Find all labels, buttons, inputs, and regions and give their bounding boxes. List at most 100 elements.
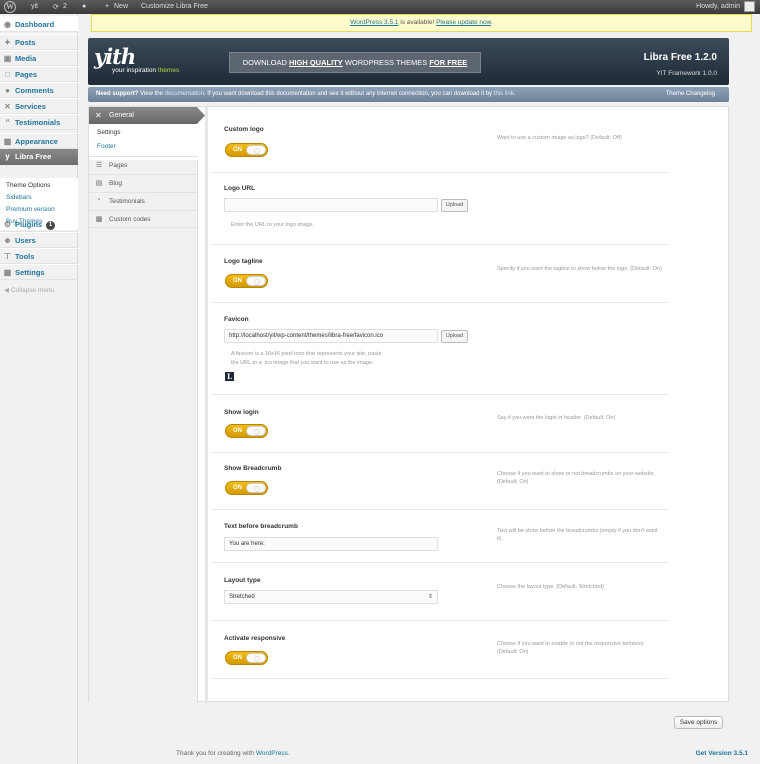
option-description: Choose if you want to show or not breadc… [497, 471, 656, 485]
theme-title: Libra Free 1.2.0 [643, 52, 717, 63]
show-breadcrumb-toggle[interactable]: ON [225, 481, 268, 495]
sidebar-item-users[interactable]: ☻ Users [0, 232, 78, 248]
tab-general[interactable]: ✕ General [89, 107, 205, 124]
tab-testimonials[interactable]: “Testimonials [89, 192, 198, 210]
documentation-link[interactable]: documentation [165, 91, 204, 97]
settings-icon: ▦ [3, 268, 12, 277]
logo-url-input[interactable] [224, 198, 438, 212]
customize-link[interactable]: Customize Libra Free [141, 3, 208, 10]
plugins-update-badge: 1 [46, 220, 56, 230]
sidebar-item-media[interactable]: ▣ Media [0, 50, 78, 66]
logo-tagline-toggle[interactable]: ON [225, 274, 268, 288]
responsive-toggle[interactable]: ON [225, 651, 268, 665]
option-hint: Enter the URL to your logo image. [231, 222, 314, 228]
admin-sidebar: ◉ Dashboard ✦ Posts ▣ Media □ Pages ● Comment… [0, 14, 78, 764]
option-text-before-breadcrumb: Text before breadcrumb You are here: Tex… [211, 510, 669, 563]
option-favicon: Favicon http://localhost/yit/wp-content/… [211, 303, 669, 395]
tab-pages[interactable]: ☰ Pages [89, 156, 198, 174]
yith-logo: yith [94, 44, 136, 69]
new-plus-icon[interactable]: + [105, 3, 109, 10]
download-docs-link[interactable]: this link [494, 91, 514, 97]
brush-icon: ▩ [3, 137, 12, 146]
sidebar-item-comments[interactable]: ● Comments [0, 82, 78, 98]
tab-blog[interactable]: ▤ Blog [89, 174, 198, 192]
toggle-knob-icon [246, 653, 266, 663]
option-logo-url: Logo URL Upload Enter the URL to your lo… [211, 173, 669, 245]
collapse-arrow-icon: ◀ [4, 287, 9, 294]
sidebar-item-testimonials[interactable]: “Testimonials [0, 114, 78, 130]
updates-icon[interactable]: ⟳ [53, 3, 59, 11]
sidebar-item-dashboard[interactable]: ◉ Dashboard [0, 16, 78, 32]
options-panel: ✕ General Settings Footer ☰ Pages ▤ Blog “T… [88, 106, 729, 703]
comments-icon[interactable]: ● [82, 3, 86, 10]
wordpress-logo-icon[interactable]: W [4, 1, 16, 13]
howdy-user-link[interactable]: Howdy, admin [696, 3, 740, 10]
subtab-footer[interactable]: Footer [97, 143, 116, 150]
blog-icon: ▤ [95, 180, 103, 187]
logo-upload-button[interactable]: Upload [441, 199, 468, 212]
sidebar-item-appearance[interactable]: ▩ Appearance [0, 133, 78, 149]
sidebar-item-posts[interactable]: ✦ Posts [0, 34, 78, 50]
new-content-link[interactable]: New [114, 3, 128, 10]
option-label: Custom logo [224, 126, 264, 133]
get-version-link[interactable]: Get Version 3.5.1 [696, 750, 748, 757]
favicon-url-input[interactable]: http://localhost/yit/wp-content/themes/l… [224, 329, 438, 343]
option-label: Layout type [224, 577, 261, 584]
yith-tagline: your inspiration themes [112, 67, 180, 74]
option-logo-tagline: Logo tagline ON Specify if you want the … [211, 245, 669, 303]
comment-icon: ● [5, 86, 10, 95]
plug-icon: ⚙ [3, 220, 12, 229]
show-login-toggle[interactable]: ON [225, 424, 268, 438]
option-label: Show login [224, 409, 259, 416]
download-promo-banner[interactable]: DOWNLOAD HIGH QUALITY WORDPRESS THEMES F… [229, 52, 481, 73]
admin-bar: W yit ⟳ 2 ● + New Customize Libra Free H… [0, 0, 760, 14]
option-description: Specify if you want the tagline to show … [497, 266, 662, 272]
update-notice: WordPress 3.5.1 is available! Please upd… [91, 14, 752, 32]
quote-icon: “ [97, 198, 101, 205]
sidebar-item-pages[interactable]: □ Pages [0, 66, 78, 82]
sidebar-item-services[interactable]: ✕ Services [0, 98, 78, 114]
sidebar-item-tools[interactable]: ⊤ Tools [0, 248, 78, 264]
tools-icon: ⊤ [4, 252, 11, 261]
layout-type-select[interactable]: Stretched ⇕ [224, 590, 438, 604]
option-label: Activate responsive [224, 635, 286, 642]
sidebar-item-plugins[interactable]: ⚙ Plugins 1 [0, 216, 78, 232]
submenu-premium-version[interactable]: Premium version [6, 206, 55, 213]
subtab-settings[interactable]: Settings [97, 129, 121, 136]
site-name-link[interactable]: yit [31, 3, 38, 10]
favicon-upload-button[interactable]: Upload [441, 330, 468, 343]
custom-logo-toggle[interactable]: ON [225, 143, 268, 157]
wordpress-footer-link[interactable]: WordPress [256, 750, 288, 757]
favicon-preview-icon: L [225, 372, 234, 381]
option-hint: A favicon is a 16x16 pixel icon that rep… [231, 351, 382, 357]
tab-custom-codes[interactable]: ▩ Custom codes [89, 210, 198, 228]
option-layout-type: Layout type Stretched ⇕ Choose the layout… [211, 563, 669, 621]
submenu-theme-options[interactable]: Theme Options [6, 182, 50, 189]
list-icon: ☰ [95, 162, 103, 169]
breadcrumb-text-input[interactable]: You are here: [224, 537, 438, 551]
sidebar-item-settings[interactable]: ▦ Settings [0, 264, 78, 280]
dashboard-icon: ◉ [4, 20, 11, 29]
option-hint: the URL to a .ico image that you want to… [231, 360, 374, 366]
sidebar-item-libra-free[interactable]: y Libra Free [0, 149, 78, 165]
theme-changelog-link[interactable]: Theme Changelog [666, 87, 715, 102]
pin-icon: ✦ [4, 38, 11, 47]
update-now-link[interactable]: Please update now [436, 19, 491, 26]
wordpress-version-link[interactable]: WordPress 3.5.1 [350, 19, 398, 26]
collapse-menu-button[interactable]: ◀ Collapse menu [4, 286, 54, 294]
toggle-knob-icon [246, 276, 266, 286]
save-options-button-bottom[interactable]: Save options [674, 716, 723, 729]
option-description: Choose the layout type. (Default: Stretc… [497, 584, 605, 590]
code-icon: ▩ [95, 216, 103, 223]
avatar[interactable] [744, 1, 755, 12]
quote-icon: “ [5, 118, 10, 127]
media-icon: ▣ [3, 54, 12, 63]
updates-count[interactable]: 2 [63, 3, 67, 10]
submenu-sidebars[interactable]: Sidebars [6, 194, 32, 201]
option-label: Logo tagline [224, 258, 263, 265]
toggle-knob-icon [246, 145, 266, 155]
framework-version: YIT Framework 1.0.0 [656, 70, 717, 77]
toggle-knob-icon [246, 426, 266, 436]
wrench-icon: ✕ [4, 102, 11, 111]
option-description: Choose if you want to enable or not the … [497, 641, 645, 655]
